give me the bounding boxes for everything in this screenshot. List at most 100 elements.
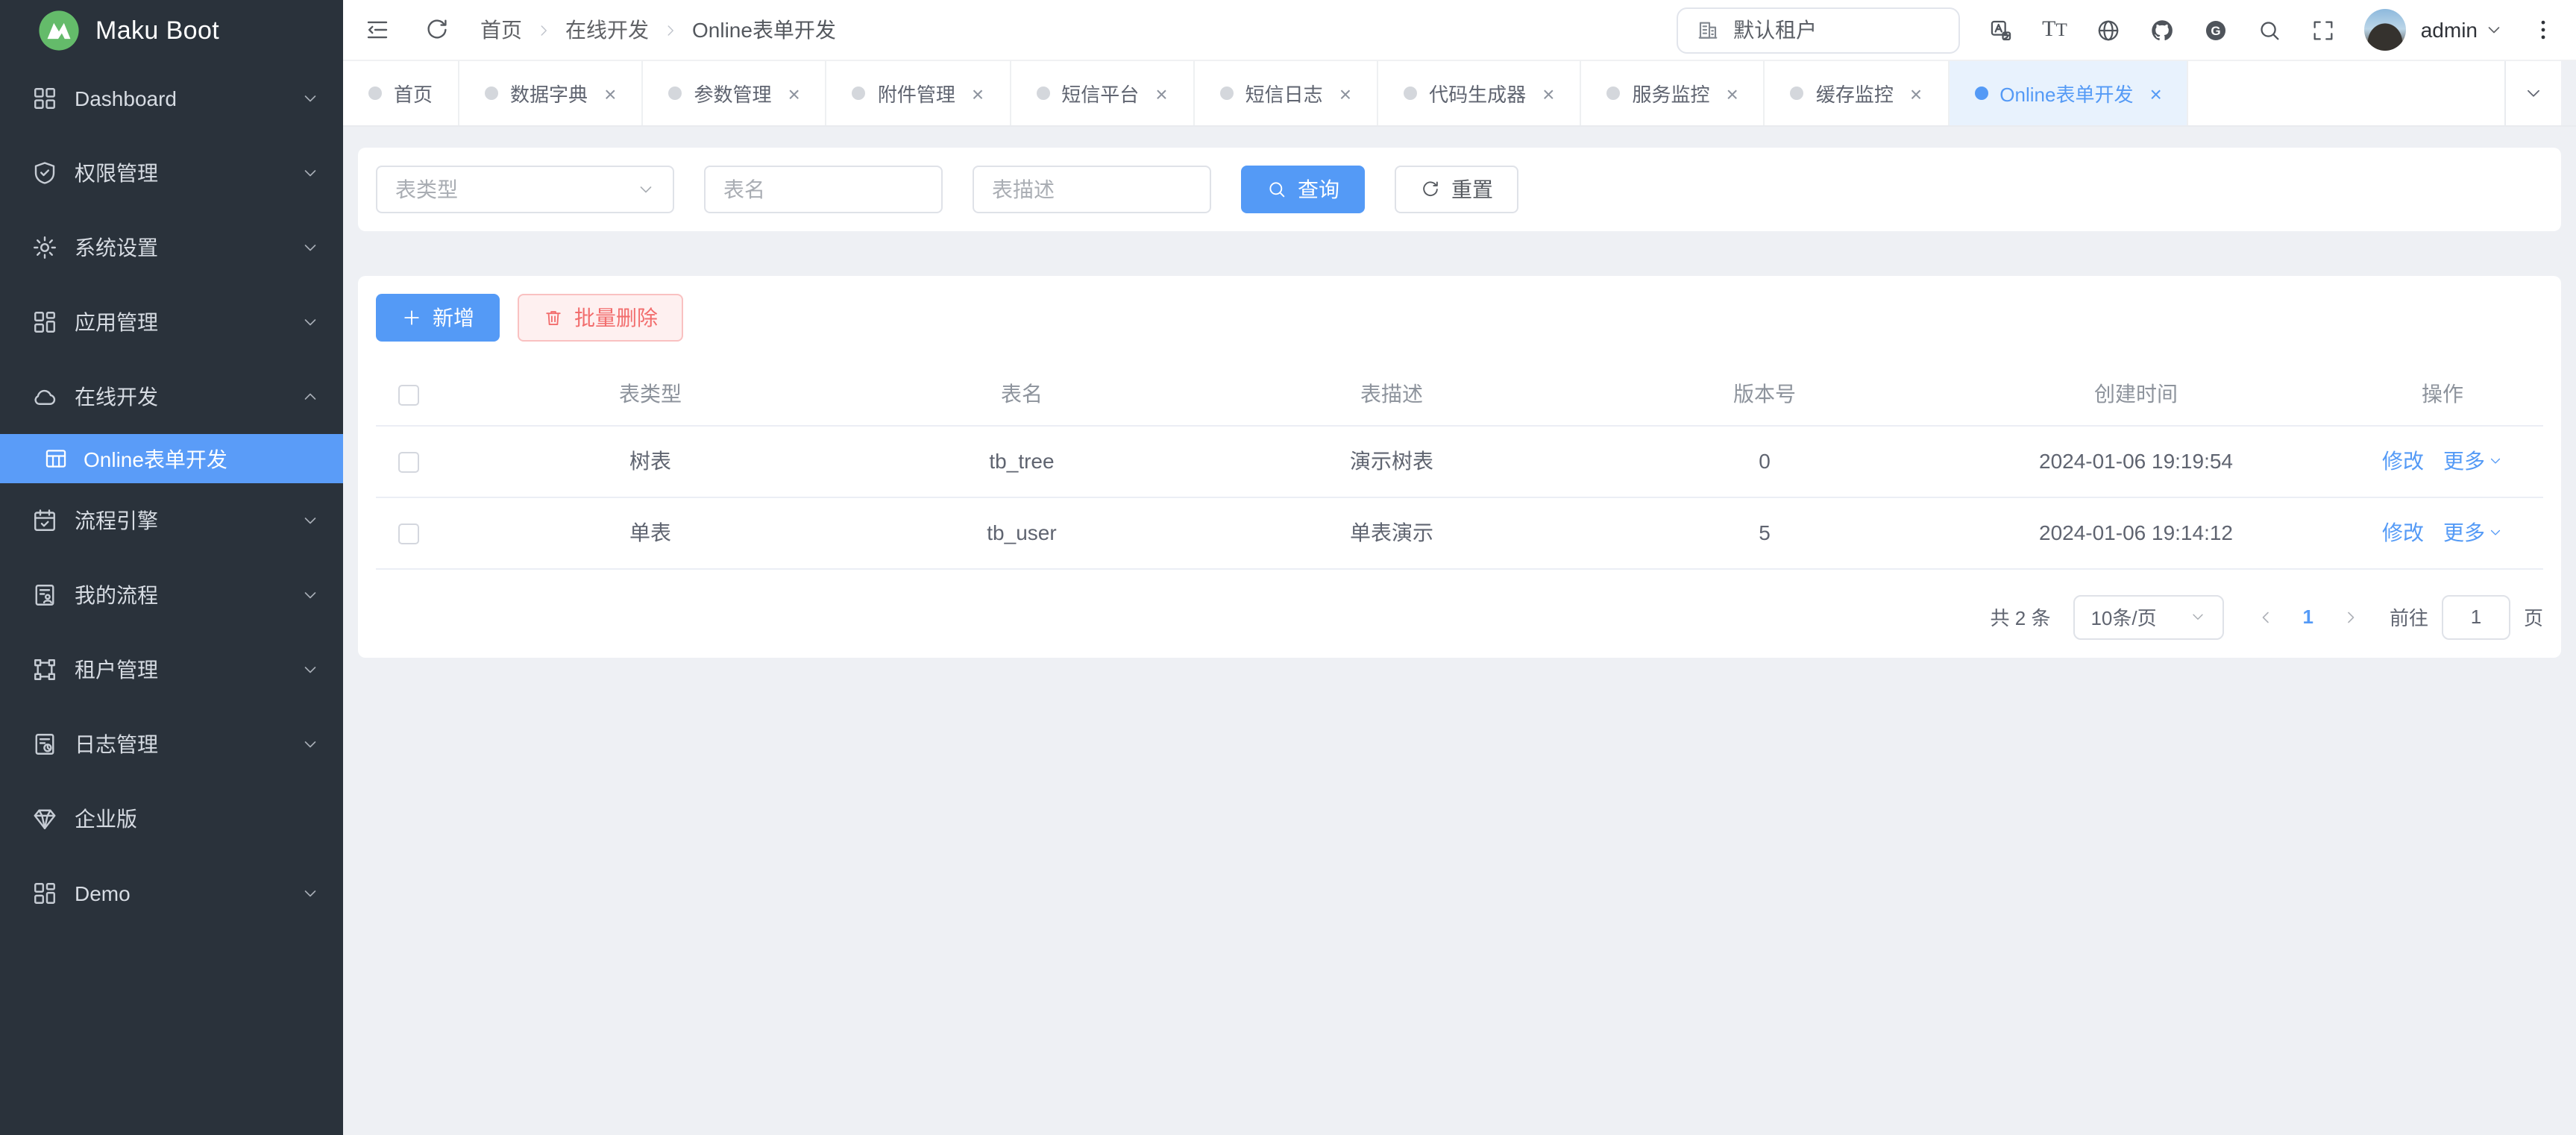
main-area: 首页 在线开发 Online表单开发 默认租户 TT G [343, 0, 2576, 1135]
refresh-icon[interactable] [424, 16, 450, 43]
column-header-表名: 表名 [859, 364, 1184, 425]
tab-首页[interactable]: 首页 [343, 61, 459, 125]
sidebar-item-label: 租户管理 [75, 655, 301, 685]
row-checkbox[interactable] [398, 524, 419, 544]
close-icon[interactable]: × [1910, 83, 1922, 104]
cloud-icon [31, 383, 58, 410]
github-icon[interactable] [2149, 17, 2175, 43]
column-header-版本号: 版本号 [1599, 364, 1930, 425]
tab-附件管理[interactable]: 附件管理× [827, 61, 1011, 125]
collapse-sidebar-icon[interactable] [364, 16, 391, 43]
row-checkbox-cell [376, 425, 442, 497]
add-button[interactable]: 新增 [376, 294, 500, 342]
reset-button[interactable]: 重置 [1395, 166, 1518, 213]
chevron-down-icon [301, 512, 319, 529]
avatar[interactable] [2364, 9, 2406, 51]
sidebar-item-label: 流程引擎 [75, 506, 301, 535]
sidebar-item-我的流程[interactable]: 我的流程 [0, 558, 343, 632]
row-checkbox[interactable] [398, 452, 419, 473]
chevron-down-icon [2485, 21, 2503, 39]
font-size-icon[interactable]: TT [2042, 19, 2067, 41]
tab-dot [668, 87, 682, 100]
chevron-down-icon [301, 164, 319, 182]
table-desc-input[interactable] [973, 166, 1211, 213]
sidebar-item-系统设置[interactable]: 系统设置 [0, 210, 343, 285]
translate-icon[interactable] [1988, 17, 2014, 43]
close-icon[interactable]: × [2149, 83, 2161, 104]
sidebar-item-日志管理[interactable]: 日志管理 [0, 707, 343, 782]
user-menu[interactable]: admin [2421, 18, 2503, 42]
sidebar-item-在线开发[interactable]: 在线开发 [0, 359, 343, 434]
table-name-input[interactable] [704, 166, 943, 213]
gitee-icon[interactable]: G [2203, 17, 2228, 43]
breadcrumb-home[interactable]: 首页 [480, 15, 522, 45]
current-page[interactable]: 1 [2302, 606, 2313, 628]
more-link-label: 更多 [2443, 446, 2485, 476]
page-size-select[interactable]: 10条/页 [2073, 594, 2223, 639]
search-button[interactable]: 查询 [1241, 166, 1365, 213]
trash-icon [543, 307, 564, 328]
tabs-fill [2189, 61, 2504, 125]
cell-name: tb_tree [859, 425, 1184, 497]
sidebar-item-label: 系统设置 [75, 233, 301, 262]
tabs: 首页数据字典×参数管理×附件管理×短信平台×短信日志×代码生成器×服务监控×缓存… [343, 61, 2189, 125]
tenant-select[interactable]: 默认租户 [1677, 7, 1960, 53]
sidebar-item-label: 日志管理 [75, 729, 301, 759]
batch-delete-button[interactable]: 批量删除 [518, 294, 683, 342]
more-link[interactable]: 更多 [2443, 518, 2503, 547]
sidebar-item-企业版[interactable]: 企业版 [0, 782, 343, 856]
next-page-icon[interactable] [2342, 608, 2360, 626]
sidebar-subitem-label: Online表单开发 [84, 444, 227, 474]
close-icon[interactable]: × [972, 83, 984, 104]
cell-type: 树表 [442, 425, 859, 497]
sidebar-item-应用管理[interactable]: 应用管理 [0, 285, 343, 359]
tab-label: 代码生成器 [1429, 79, 1526, 107]
tab-短信平台[interactable]: 短信平台× [1011, 61, 1194, 125]
sidebar-item-流程引擎[interactable]: 流程引擎 [0, 483, 343, 558]
prev-page-icon[interactable] [2256, 608, 2274, 626]
tab-dot [852, 87, 866, 100]
sidebar-item-label: 权限管理 [75, 158, 301, 188]
tab-服务监控[interactable]: 服务监控× [1581, 61, 1765, 125]
goto-page-input[interactable] [2442, 594, 2510, 639]
select-all-checkbox[interactable] [398, 386, 419, 406]
sidebar-subitem-Online表单开发[interactable]: Online表单开发 [0, 434, 343, 483]
sidebar-item-Dashboard[interactable]: Dashboard [0, 61, 343, 136]
fullscreen-icon[interactable] [2310, 17, 2336, 43]
header-checkbox-cell [376, 364, 442, 425]
tabs-dropdown-button[interactable] [2504, 61, 2561, 125]
cell-version: 5 [1599, 497, 1930, 568]
breadcrumb-online-dev[interactable]: 在线开发 [565, 15, 649, 45]
tab-代码生成器[interactable]: 代码生成器 × [1378, 61, 1581, 125]
globe-icon[interactable] [2096, 17, 2121, 43]
search-icon [1266, 179, 1287, 200]
edit-link[interactable]: 修改 [2382, 521, 2424, 544]
close-icon[interactable]: × [604, 83, 616, 104]
doc-user-icon [31, 582, 58, 609]
tab-缓存监控[interactable]: 缓存监控× [1765, 61, 1949, 125]
topbar-actions: 默认租户 TT G admin [1677, 7, 2555, 53]
tab-Online表单开发[interactable]: Online表单开发× [1949, 61, 2189, 125]
search-icon[interactable] [2257, 17, 2282, 43]
sidebar-item-label: 在线开发 [75, 382, 301, 412]
close-icon[interactable]: × [1155, 83, 1167, 104]
edit-link[interactable]: 修改 [2382, 449, 2424, 473]
page-unit-label: 页 [2524, 603, 2543, 631]
sidebar-item-权限管理[interactable]: 权限管理 [0, 136, 343, 210]
more-link[interactable]: 更多 [2443, 446, 2503, 476]
close-icon[interactable]: × [1727, 83, 1738, 104]
tab-数据字典[interactable]: 数据字典× [459, 61, 643, 125]
close-icon[interactable]: × [1542, 83, 1554, 104]
tab-参数管理[interactable]: 参数管理× [643, 61, 826, 125]
close-icon[interactable]: × [788, 83, 799, 104]
tab-dot [368, 87, 382, 100]
breadcrumb: 首页 在线开发 Online表单开发 [480, 15, 836, 45]
tab-短信日志[interactable]: 短信日志× [1195, 61, 1378, 125]
close-icon[interactable]: × [1339, 83, 1351, 104]
row-checkbox-cell [376, 497, 442, 568]
sidebar-item-租户管理[interactable]: 租户管理 [0, 632, 343, 707]
kebab-menu-icon[interactable] [2531, 18, 2555, 42]
sidebar-item-Demo[interactable]: Demo [0, 856, 343, 931]
table-type-select[interactable]: 表类型 [376, 166, 674, 213]
tab-dot [485, 87, 498, 100]
